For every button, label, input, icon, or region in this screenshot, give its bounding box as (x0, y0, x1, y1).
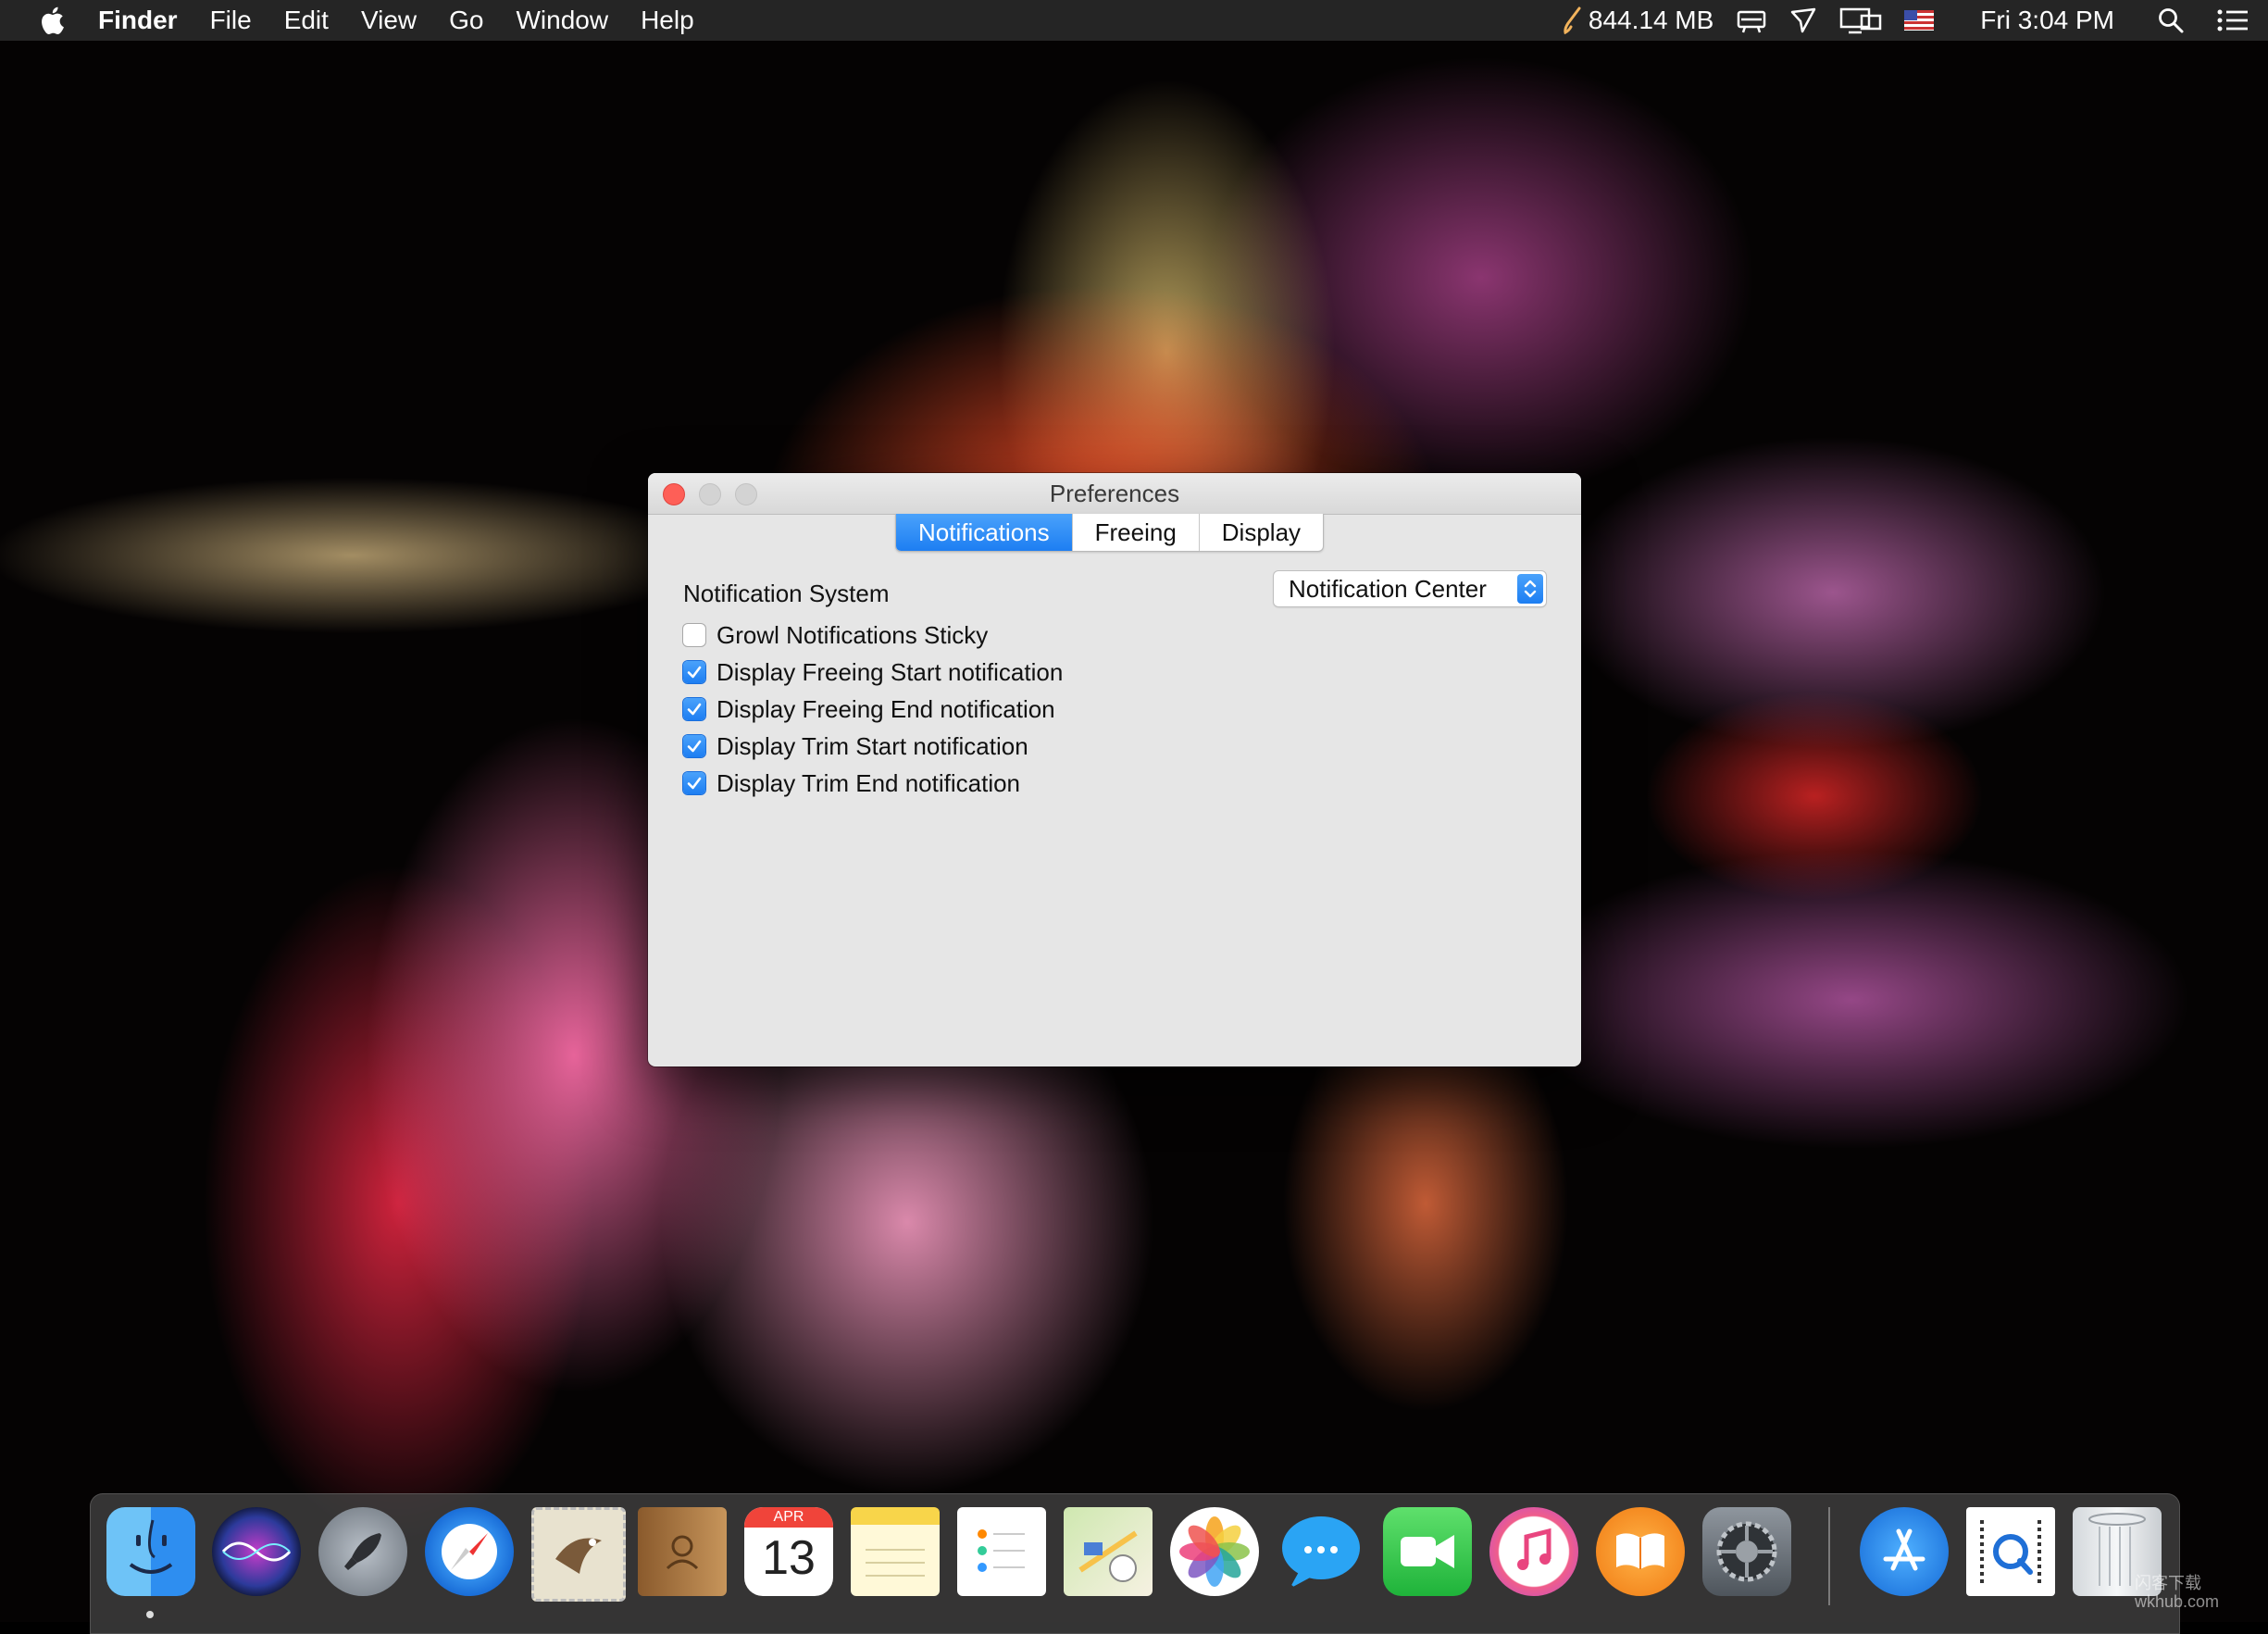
memory-clean-icon (1563, 6, 1583, 34)
trim-start-checkbox[interactable] (683, 735, 705, 757)
freeing-start-label: Display Freeing Start notification (717, 657, 1064, 686)
reminders-icon[interactable] (957, 1507, 1046, 1596)
window-titlebar[interactable]: Preferences (648, 473, 1581, 515)
freeing-end-label: Display Freeing End notification (717, 694, 1055, 723)
notes-icon[interactable] (851, 1507, 940, 1596)
notification-system-label: Notification System (683, 580, 890, 607)
location-arrow-icon[interactable] (1789, 6, 1817, 34)
messages-icon[interactable] (1277, 1507, 1365, 1596)
calendar-month: APR (744, 1507, 833, 1528)
photos-icon[interactable] (1170, 1507, 1259, 1596)
apple-menu-icon[interactable] (33, 0, 70, 41)
dock-separator (1828, 1507, 1830, 1605)
menu-go[interactable]: Go (449, 0, 483, 41)
maps-icon[interactable] (1064, 1507, 1153, 1596)
option-freeing-start[interactable]: Display Freeing Start notification (683, 656, 1063, 688)
notifications-pane: Notification System Notification Center … (648, 551, 1581, 1066)
menu-edit[interactable]: Edit (284, 0, 329, 41)
safari-icon[interactable] (425, 1507, 514, 1596)
finder-icon[interactable] (106, 1507, 195, 1596)
freeing-end-checkbox[interactable] (683, 698, 705, 720)
option-trim-end[interactable]: Display Trim End notification (683, 767, 1020, 799)
mail-icon[interactable] (531, 1507, 626, 1602)
preferences-window: Preferences Notifications Freeing Displa… (648, 473, 1581, 1066)
clock[interactable]: Fri 3:04 PM (1980, 6, 2114, 35)
growl-sticky-checkbox[interactable] (683, 624, 705, 646)
preferences-tab-bar: Notifications Freeing Display (895, 514, 1325, 552)
watermark-line1: 闪客下载 (2135, 1574, 2201, 1592)
memory-status-item[interactable]: 844.14 MB (1563, 6, 1713, 35)
system-preferences-icon[interactable] (1702, 1507, 1791, 1596)
checkmark-icon (687, 666, 702, 679)
option-growl-sticky[interactable]: Growl Notifications Sticky (683, 619, 988, 651)
option-trim-start[interactable]: Display Trim Start notification (683, 730, 1028, 762)
launchpad-icon[interactable] (318, 1507, 407, 1596)
menu-file[interactable]: File (210, 0, 252, 41)
finder-running-indicator (146, 1611, 154, 1618)
ibooks-icon[interactable] (1596, 1507, 1685, 1596)
watermark: 闪客下载 wkhub.com (2135, 1574, 2219, 1611)
menu-app-name[interactable]: Finder (98, 0, 178, 41)
checkmark-icon (687, 740, 702, 753)
app-store-icon[interactable] (1860, 1507, 1949, 1596)
menu-help[interactable]: Help (641, 0, 694, 41)
spotlight-search-icon[interactable] (2157, 6, 2185, 34)
siri-icon[interactable] (212, 1507, 301, 1596)
disk-status-icon[interactable] (1736, 6, 1767, 34)
contacts-icon[interactable] (638, 1507, 727, 1596)
tab-notifications[interactable]: Notifications (896, 514, 1072, 551)
tab-display[interactable]: Display (1198, 514, 1323, 551)
menu-bar: Finder File Edit View Go Window Help 844… (0, 0, 2268, 41)
calendar-day: 13 (762, 1531, 816, 1585)
checkmark-icon (687, 777, 702, 790)
us-flag-input-icon[interactable] (1904, 10, 1935, 31)
quicktime-icon[interactable] (1966, 1507, 2055, 1596)
calendar-icon[interactable]: APR 13 (744, 1507, 833, 1596)
growl-sticky-label: Growl Notifications Sticky (717, 620, 989, 649)
menu-view[interactable]: View (361, 0, 417, 41)
popup-arrows-icon (1517, 574, 1543, 604)
itunes-icon[interactable] (1489, 1507, 1578, 1596)
trim-end-checkbox[interactable] (683, 772, 705, 794)
notification-system-selected: Notification Center (1289, 575, 1487, 603)
trim-start-label: Display Trim Start notification (717, 731, 1028, 760)
menu-window[interactable]: Window (516, 0, 608, 41)
clock-text: Fri 3:04 PM (1980, 6, 2114, 34)
window-title: Preferences (1049, 480, 1180, 507)
trim-end-label: Display Trim End notification (717, 768, 1021, 797)
watermark-line2: wkhub.com (2135, 1592, 2220, 1611)
memory-value: 844.14 MB (1588, 6, 1714, 34)
facetime-icon[interactable] (1383, 1507, 1472, 1596)
checkmark-icon (687, 703, 702, 716)
option-freeing-end[interactable]: Display Freeing End notification (683, 693, 1055, 725)
tab-freeing[interactable]: Freeing (1071, 514, 1199, 551)
freeing-start-checkbox[interactable] (683, 661, 705, 683)
airplay-display-icon[interactable] (1839, 6, 1882, 34)
notification-center-icon[interactable] (2216, 6, 2249, 34)
notification-system-popup[interactable]: Notification Center (1274, 571, 1546, 606)
